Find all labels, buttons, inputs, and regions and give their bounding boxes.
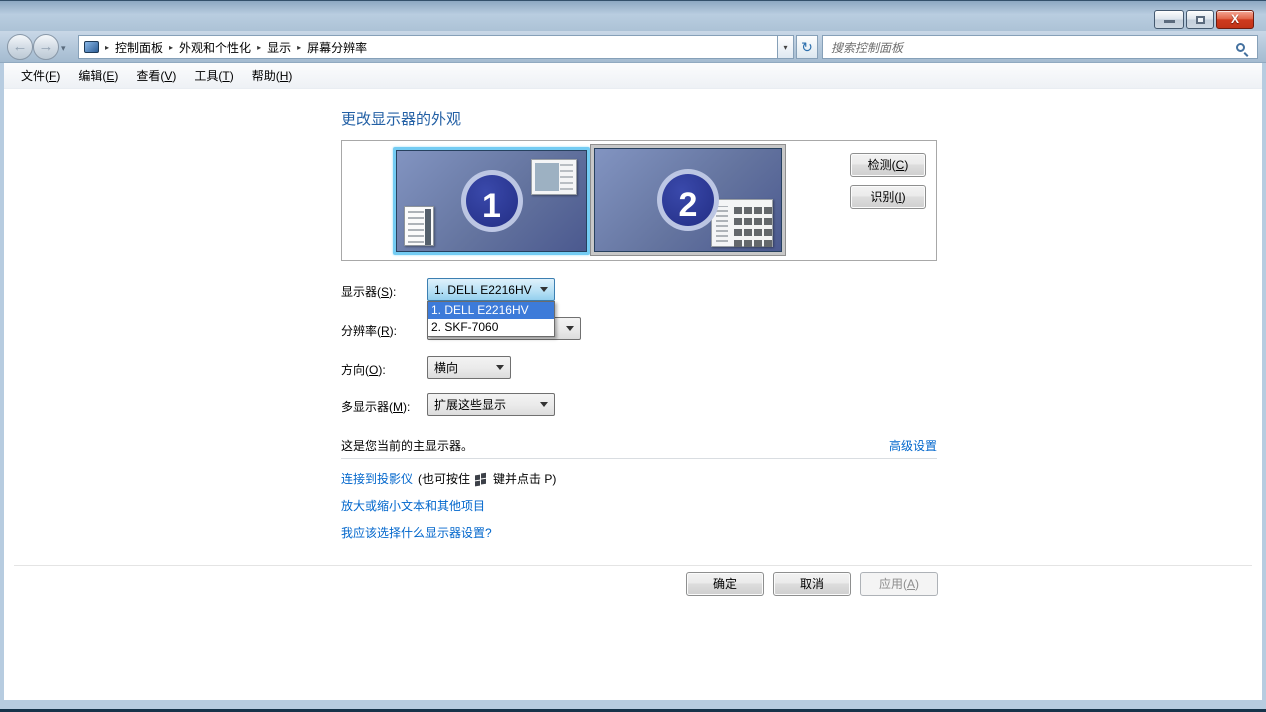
- breadcrumb-item-display[interactable]: 显示: [267, 39, 291, 56]
- dropdown-option-2[interactable]: 2. SKF-7060: [428, 319, 554, 336]
- menu-view[interactable]: 查看(V): [127, 64, 185, 87]
- orientation-combobox[interactable]: 横向: [427, 356, 511, 379]
- refresh-button[interactable]: ↻: [796, 35, 818, 59]
- search-icon: [1236, 43, 1245, 52]
- projector-row: 连接到投影仪 (也可按住 键并点击 P): [341, 470, 556, 487]
- address-dropdown-button[interactable]: ▾: [778, 35, 794, 59]
- navigation-bar: ← → ▾ ▸ 控制面板 ▸ 外观和个性化 ▸ 显示 ▸ 屏幕分辨率 ▾ ↻ 搜…: [0, 31, 1266, 63]
- monitor-2-screen: 2: [594, 148, 782, 252]
- search-input[interactable]: 搜索控制面板: [823, 39, 1236, 56]
- grid-thumbnail-icon: [711, 199, 773, 247]
- chevron-down-icon: [540, 402, 548, 407]
- multi-display-combobox[interactable]: 扩展这些显示: [427, 393, 555, 416]
- make-text-larger-link[interactable]: 放大或缩小文本和其他项目: [341, 497, 485, 514]
- menu-tools[interactable]: 工具(T): [185, 64, 242, 87]
- menu-file[interactable]: 文件(F): [12, 64, 69, 87]
- multi-display-combobox-value: 扩展这些显示: [434, 396, 506, 413]
- minimize-button[interactable]: [1154, 10, 1184, 29]
- monitor-1-number: 1: [461, 170, 523, 232]
- forward-button[interactable]: →: [33, 34, 59, 60]
- breadcrumb-separator-icon: ▸: [105, 42, 109, 52]
- titlebar: [0, 1, 1266, 31]
- display-combobox-value: 1. DELL E2216HV: [434, 283, 532, 297]
- projector-hint-post: 键并点击 P): [493, 470, 556, 487]
- apply-button[interactable]: 应用(A): [860, 572, 938, 596]
- monitor-arrangement-panel: 1 2 检测(C) 识别(I): [341, 140, 937, 261]
- monitor-1-screen: 1: [396, 150, 587, 252]
- breadcrumb-separator-icon: ▸: [169, 42, 173, 52]
- search-box[interactable]: 搜索控制面板: [822, 35, 1258, 59]
- window-bottom-frame: [0, 700, 1266, 712]
- content-area: 更改显示器的外观 1 2 检测(C) 识别(I) 显示器(S): 1. DELL…: [4, 89, 1262, 700]
- detect-button[interactable]: 检测(C): [850, 153, 926, 177]
- display-settings-help-link[interactable]: 我应该选择什么显示器设置?: [341, 524, 492, 541]
- chevron-down-icon: [540, 287, 548, 292]
- display-combobox[interactable]: 1. DELL E2216HV: [427, 278, 555, 301]
- advanced-settings-link[interactable]: 高级设置: [889, 437, 937, 454]
- windows-logo-icon: [475, 473, 488, 486]
- chevron-down-icon: ▾: [783, 43, 787, 52]
- breadcrumb-separator-icon: ▸: [257, 42, 261, 52]
- breadcrumb-item-control-panel[interactable]: 控制面板: [115, 39, 163, 56]
- display-label: 显示器(S):: [341, 283, 396, 300]
- ok-button[interactable]: 确定: [686, 572, 764, 596]
- monitor-1[interactable]: 1: [393, 147, 590, 255]
- chevron-down-icon: [496, 365, 504, 370]
- primary-display-row: 这是您当前的主显示器。 高级设置: [341, 437, 937, 454]
- back-icon: ←: [13, 38, 28, 55]
- identify-button[interactable]: 识别(I): [850, 185, 926, 209]
- restore-icon: [1196, 16, 1205, 24]
- breadcrumb-separator-icon: ▸: [297, 42, 301, 52]
- gadget-thumbnail-icon: [404, 206, 434, 246]
- breadcrumb-item-appearance[interactable]: 外观和个性化: [179, 39, 251, 56]
- divider: [341, 458, 937, 459]
- caption-buttons: X: [1154, 10, 1254, 29]
- restore-button[interactable]: [1186, 10, 1214, 29]
- close-icon: X: [1231, 12, 1239, 26]
- minimize-icon: [1164, 20, 1175, 23]
- address-bar[interactable]: ▸ 控制面板 ▸ 外观和个性化 ▸ 显示 ▸ 屏幕分辨率: [78, 35, 778, 59]
- primary-display-note: 这是您当前的主显示器。: [341, 437, 473, 454]
- menu-bar: 文件(F) 编辑(E) 查看(V) 工具(T) 帮助(H): [4, 63, 1262, 89]
- divider: [14, 565, 1252, 566]
- cancel-button[interactable]: 取消: [773, 572, 851, 596]
- window-thumbnail-icon: [531, 159, 577, 195]
- chevron-down-icon: [566, 326, 574, 331]
- monitor-2-number: 2: [657, 169, 719, 231]
- dpi-row: 放大或缩小文本和其他项目: [341, 497, 485, 514]
- display-dropdown-list: 1. DELL E2216HV 2. SKF-7060: [427, 301, 555, 337]
- resolution-label: 分辨率(R):: [341, 322, 397, 339]
- forward-icon: →: [39, 38, 54, 55]
- display-icon: [84, 41, 99, 53]
- dropdown-option-1[interactable]: 1. DELL E2216HV: [428, 302, 554, 319]
- history-chevron-icon[interactable]: ▾: [61, 43, 66, 54]
- orientation-label: 方向(O):: [341, 361, 386, 378]
- menu-edit[interactable]: 编辑(E): [69, 64, 127, 87]
- breadcrumb-item-screen-resolution[interactable]: 屏幕分辨率: [307, 39, 367, 56]
- menu-help[interactable]: 帮助(H): [243, 64, 302, 87]
- back-button[interactable]: ←: [7, 34, 33, 60]
- projector-hint-pre: (也可按住: [418, 470, 470, 487]
- help-row: 我应该选择什么显示器设置?: [341, 524, 492, 541]
- orientation-combobox-value: 横向: [434, 359, 458, 376]
- window: X ← → ▾ ▸ 控制面板 ▸ 外观和个性化 ▸ 显示 ▸ 屏幕分辨率 ▾ ↻…: [0, 0, 1266, 712]
- multi-display-label: 多显示器(M):: [341, 398, 410, 415]
- close-button[interactable]: X: [1216, 10, 1254, 29]
- refresh-icon: ↻: [801, 39, 813, 55]
- monitor-2[interactable]: 2: [591, 145, 785, 255]
- page-title: 更改显示器的外观: [341, 108, 461, 129]
- connect-projector-link[interactable]: 连接到投影仪: [341, 470, 413, 487]
